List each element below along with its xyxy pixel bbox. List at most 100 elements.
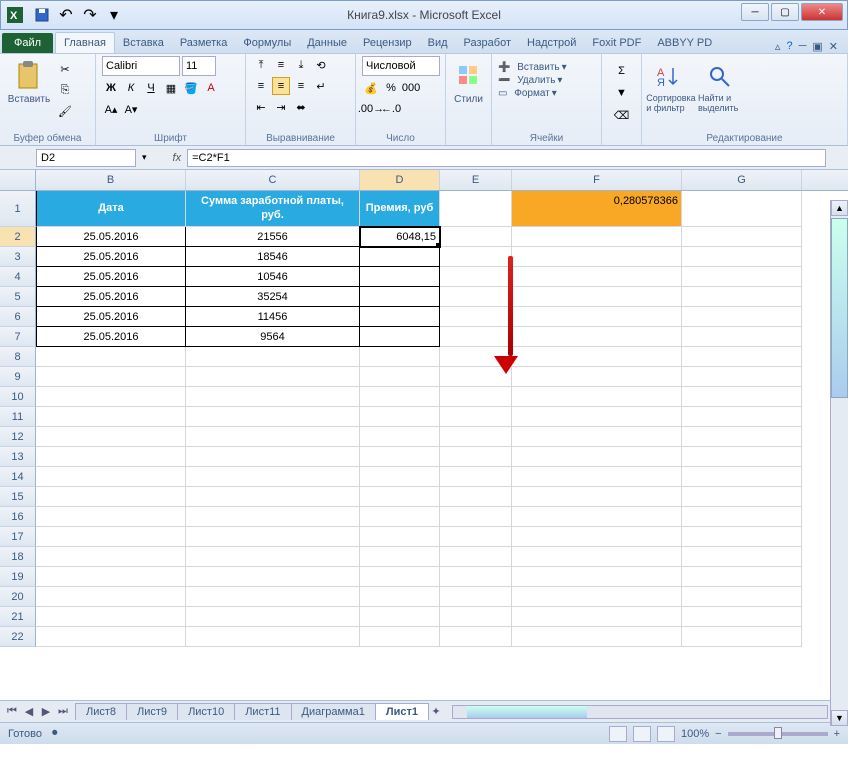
cell[interactable] (36, 367, 186, 387)
cells-format-button[interactable]: Формат (514, 88, 550, 99)
row-header[interactable]: 2 (0, 227, 36, 247)
cells-insert-button[interactable]: Вставить (517, 62, 559, 73)
save-icon[interactable] (31, 4, 53, 26)
row-header[interactable]: 6 (0, 307, 36, 327)
cell[interactable] (440, 367, 512, 387)
wrap-text-icon[interactable]: ↵ (312, 77, 330, 95)
row-header[interactable]: 11 (0, 407, 36, 427)
row-header[interactable]: 1 (0, 191, 36, 227)
thousands-icon[interactable]: 000 (402, 79, 420, 97)
cell-date[interactable]: 25.05.2016 (36, 287, 186, 307)
cell[interactable] (360, 627, 440, 647)
cell[interactable] (682, 467, 802, 487)
cell[interactable] (360, 387, 440, 407)
tab-review[interactable]: Рецензир (355, 33, 420, 53)
cell[interactable] (360, 447, 440, 467)
cell[interactable] (512, 407, 682, 427)
tab-layout[interactable]: Разметка (172, 33, 236, 53)
row-header[interactable]: 16 (0, 507, 36, 527)
font-name-select[interactable] (102, 56, 180, 76)
sheet-tab[interactable]: Лист8 (75, 703, 127, 720)
align-right-icon[interactable]: ≡ (292, 77, 310, 95)
cell[interactable] (360, 607, 440, 627)
find-select-button[interactable]: Найти и выделить (698, 56, 744, 114)
cell[interactable] (186, 627, 360, 647)
row-header[interactable]: 17 (0, 527, 36, 547)
qat-dropdown-icon[interactable]: ▾ (103, 4, 125, 26)
cell[interactable] (682, 527, 802, 547)
cell[interactable] (512, 587, 682, 607)
row-header[interactable]: 8 (0, 347, 36, 367)
redo-icon[interactable]: ↷ (79, 4, 101, 26)
cell-date[interactable]: 25.05.2016 (36, 307, 186, 327)
decrease-indent-icon[interactable]: ⇤ (252, 98, 270, 116)
sheet-tab[interactable]: Лист11 (234, 703, 291, 720)
minimize-button[interactable]: ─ (741, 3, 769, 21)
tab-abbyy[interactable]: ABBYY PD (649, 33, 720, 53)
zoom-in-icon[interactable]: + (834, 728, 840, 740)
row-header[interactable]: 22 (0, 627, 36, 647)
align-bottom-icon[interactable]: ⤓ (292, 56, 310, 74)
font-size-select[interactable] (182, 56, 216, 76)
maximize-button[interactable]: ▢ (771, 3, 799, 21)
cell[interactable] (360, 427, 440, 447)
cell[interactable] (440, 567, 512, 587)
font-color-icon[interactable]: A (202, 79, 220, 97)
cell[interactable] (36, 527, 186, 547)
cell[interactable] (36, 627, 186, 647)
scroll-thumb[interactable] (831, 218, 848, 398)
cell-date[interactable]: 25.05.2016 (36, 227, 186, 247)
scroll-down-icon[interactable]: ▼ (831, 710, 848, 726)
cells-insert-icon[interactable]: ➕ (498, 62, 510, 73)
sheet-nav-next-icon[interactable]: ▶ (38, 704, 54, 720)
cell[interactable] (512, 547, 682, 567)
selected-cell[interactable]: 6048,15 (360, 227, 440, 247)
cell[interactable] (440, 467, 512, 487)
cell[interactable] (682, 387, 802, 407)
cell[interactable] (36, 567, 186, 587)
cell[interactable] (512, 447, 682, 467)
view-break-icon[interactable] (657, 726, 675, 742)
cell[interactable] (440, 247, 512, 267)
cell[interactable] (360, 587, 440, 607)
sheet-nav-last-icon[interactable]: ⏭ (55, 704, 71, 720)
fill-icon[interactable]: ▼ (613, 84, 631, 102)
col-header-e[interactable]: E (440, 170, 512, 190)
col-header-g[interactable]: G (682, 170, 802, 190)
cell[interactable] (440, 587, 512, 607)
cell-sum[interactable]: 35254 (186, 287, 360, 307)
cell[interactable] (512, 467, 682, 487)
cell[interactable] (186, 587, 360, 607)
zoom-slider[interactable] (728, 732, 828, 736)
cell[interactable] (360, 487, 440, 507)
cell-premium[interactable] (360, 307, 440, 327)
doc-minimize-icon[interactable]: ─ (799, 40, 807, 53)
cell[interactable] (512, 507, 682, 527)
row-header[interactable]: 20 (0, 587, 36, 607)
border-icon[interactable]: ▦ (162, 79, 180, 97)
cell[interactable] (360, 527, 440, 547)
cell[interactable] (512, 367, 682, 387)
cell[interactable] (36, 547, 186, 567)
align-top-icon[interactable]: ⤒ (252, 56, 270, 74)
cell[interactable] (440, 347, 512, 367)
cell[interactable] (512, 627, 682, 647)
namebox-dropdown-icon[interactable]: ▾ (142, 152, 147, 163)
tab-developer[interactable]: Разработ (456, 33, 519, 53)
cell[interactable] (186, 347, 360, 367)
cell[interactable] (682, 547, 802, 567)
cell[interactable] (360, 367, 440, 387)
tab-insert[interactable]: Вставка (115, 33, 172, 53)
cell[interactable] (186, 547, 360, 567)
cell[interactable] (682, 327, 802, 347)
row-header[interactable]: 19 (0, 567, 36, 587)
cell[interactable] (682, 407, 802, 427)
sheet-tab[interactable]: Лист10 (177, 703, 235, 720)
cell[interactable] (440, 547, 512, 567)
cell-date[interactable]: 25.05.2016 (36, 267, 186, 287)
row-header[interactable]: 13 (0, 447, 36, 467)
cell[interactable] (36, 587, 186, 607)
cell[interactable] (186, 487, 360, 507)
cells-delete-button[interactable]: Удалить (517, 75, 555, 86)
cell[interactable] (682, 567, 802, 587)
